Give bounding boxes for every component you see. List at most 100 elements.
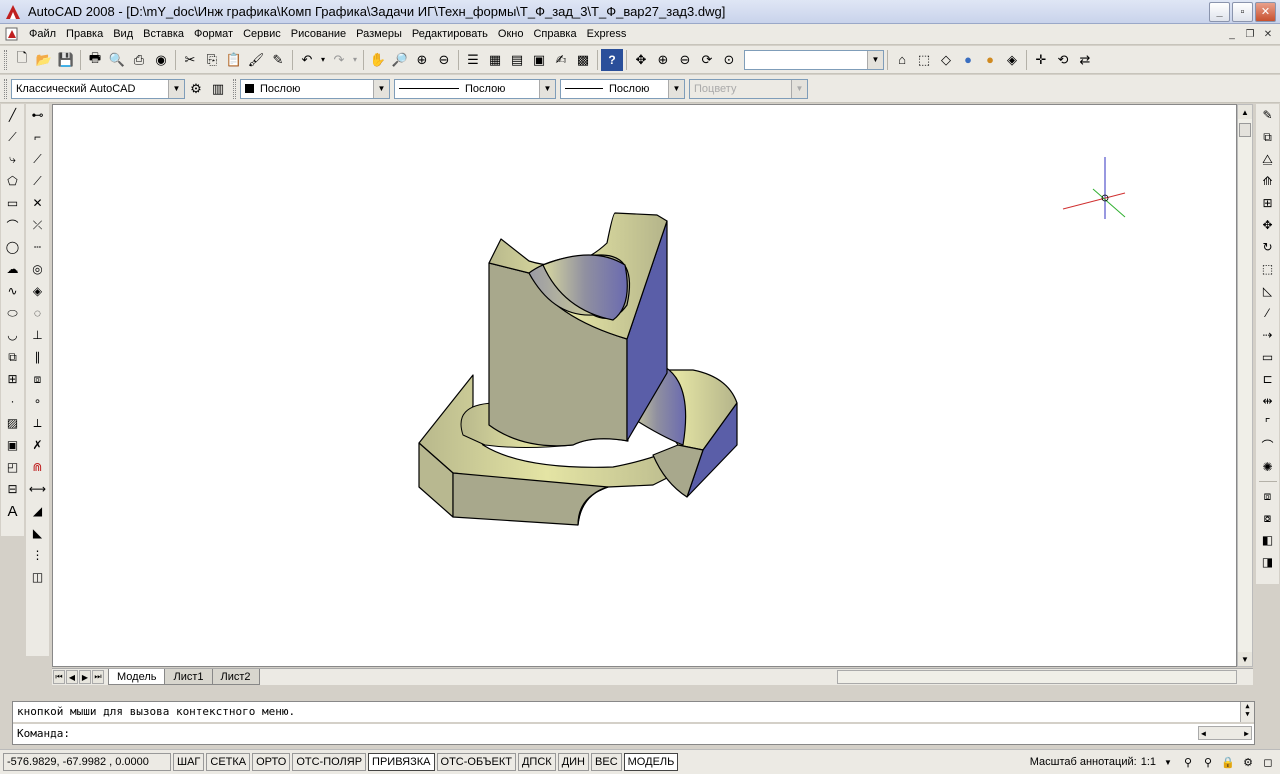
auto-scale-icon[interactable]: ⚲ — [1200, 754, 1216, 770]
stretch-icon[interactable]: ◺ — [1257, 280, 1279, 302]
zoom-icon[interactable]: ⊕ — [652, 49, 674, 71]
snap-node-icon[interactable]: ∘ — [27, 390, 49, 412]
cut-icon[interactable]: ✂ — [179, 49, 201, 71]
rotate-icon[interactable]: ↻ — [1257, 236, 1279, 258]
command-window[interactable]: кнопкой мыши для вызова контекстного мен… — [12, 701, 1255, 745]
pan-icon[interactable]: ✥ — [630, 49, 652, 71]
drawing-document-icon[interactable] — [4, 26, 20, 42]
color-select[interactable]: Послою ▼ — [240, 78, 390, 99]
menu-file[interactable]: Файл — [24, 25, 61, 44]
menu-insert[interactable]: Вставка — [138, 25, 189, 44]
menu-edit[interactable]: Правка — [61, 25, 108, 44]
fillet-icon[interactable]: ⌒ — [1257, 434, 1279, 456]
tool-palettes-icon[interactable]: ▤ — [506, 49, 528, 71]
dim-arc-icon[interactable]: ◣ — [27, 522, 49, 544]
zoom-window-icon[interactable]: ⊕ — [411, 49, 433, 71]
revcloud-icon[interactable]: ☁ — [2, 258, 24, 280]
zoom-out-icon[interactable]: ⊖ — [674, 49, 696, 71]
clean-screen-icon[interactable]: ◻ — [1260, 754, 1276, 770]
zoom-previous-icon[interactable]: ⊖ — [433, 49, 455, 71]
point-icon[interactable]: · — [2, 390, 24, 412]
print-preview-icon[interactable]: 🔍 — [106, 49, 128, 71]
snap-toggle[interactable]: ШАГ — [173, 753, 205, 771]
snap-none-icon[interactable]: ✗ — [27, 434, 49, 456]
snap-apparent-intersection-icon[interactable]: ⤫ — [27, 214, 49, 236]
redo-dropdown-icon[interactable]: ▾ — [350, 49, 360, 71]
dim-ordinate-icon[interactable]: ⋮ — [27, 544, 49, 566]
doc-close-button[interactable]: ✕ — [1260, 27, 1276, 42]
menu-help[interactable]: Справка — [528, 25, 581, 44]
lineweight-toggle[interactable]: ВЕС — [591, 753, 622, 771]
tab-layout1[interactable]: Лист1 — [164, 669, 213, 685]
menu-express[interactable]: Express — [582, 25, 632, 44]
move-object-icon[interactable]: ✥ — [1257, 214, 1279, 236]
ducs-toggle[interactable]: ДПСК — [517, 753, 556, 771]
toolbar-grip[interactable] — [4, 78, 7, 99]
undo-icon[interactable]: ↶ — [296, 49, 318, 71]
snap-tangent-icon[interactable]: ◌ — [27, 302, 49, 324]
scale-icon[interactable]: ⬚ — [1257, 258, 1279, 280]
draworder-under-icon[interactable]: ◨ — [1257, 551, 1279, 573]
gradient-icon[interactable]: ▣ — [2, 434, 24, 456]
doc-restore-button[interactable]: ❐ — [1242, 27, 1258, 42]
explode-icon[interactable]: ✺ — [1257, 456, 1279, 478]
pan-realtime-icon[interactable]: ✋ — [367, 49, 389, 71]
coordinate-readout[interactable]: -576.9829, -67.9982 , 0.0000 — [3, 753, 171, 771]
mirror-icon[interactable]: ⧋ — [1257, 148, 1279, 170]
box-icon[interactable]: ⬚ — [913, 49, 935, 71]
toolbar-grip[interactable] — [4, 49, 7, 70]
linetype-select[interactable]: Послою ▼ — [394, 78, 556, 99]
menu-dimension[interactable]: Размеры — [351, 25, 407, 44]
material-icon[interactable]: ● — [979, 49, 1001, 71]
save-icon[interactable]: 💾 — [55, 49, 77, 71]
menu-format[interactable]: Формат — [189, 25, 238, 44]
snap-parallel-icon[interactable]: ∥ — [27, 346, 49, 368]
draworder-above-icon[interactable]: ◧ — [1257, 529, 1279, 551]
redo-icon[interactable]: ↷ — [328, 49, 350, 71]
hatch-icon[interactable]: ▨ — [2, 412, 24, 434]
snap-extension-icon[interactable]: ┄ — [27, 236, 49, 258]
design-center-icon[interactable]: ▦ — [484, 49, 506, 71]
new-file-icon[interactable]: 🗋 — [11, 49, 33, 71]
tab-model[interactable]: Модель — [108, 669, 166, 685]
horizontal-scrollbar[interactable] — [837, 670, 1237, 684]
copy-object-icon[interactable]: ⧉ — [1257, 126, 1279, 148]
polar-toggle[interactable]: ОТС-ПОЛЯР — [292, 753, 367, 771]
open-file-icon[interactable]: 📂 — [33, 49, 55, 71]
align-icon[interactable]: ⇄ — [1074, 49, 1096, 71]
snap-endpoint-icon[interactable]: ⟋ — [27, 148, 49, 170]
orbit-icon[interactable]: ⟳ — [696, 49, 718, 71]
command-hscroll[interactable]: ◀ ▶ — [1198, 726, 1252, 740]
make-block-icon[interactable]: ⊞ — [2, 368, 24, 390]
osnap-settings-icon[interactable]: ⋒ — [27, 456, 49, 478]
ellipse-icon[interactable]: ⬭ — [2, 302, 24, 324]
multiline-text-icon[interactable]: A — [2, 500, 24, 522]
snap-quadrant-icon[interactable]: ◈ — [27, 280, 49, 302]
dim-aligned-icon[interactable]: ◢ — [27, 500, 49, 522]
realistic-icon[interactable]: ● — [957, 49, 979, 71]
draworder-back-icon[interactable]: ⧇ — [1257, 507, 1279, 529]
camera-icon[interactable]: ⊙ — [718, 49, 740, 71]
erase-icon[interactable]: ✎ — [1257, 104, 1279, 126]
line-icon[interactable]: ╱ — [2, 104, 24, 126]
prev-tab-icon[interactable]: ◀ — [66, 670, 78, 684]
model-toggle[interactable]: МОДЕЛЬ — [623, 753, 679, 771]
ortho-toggle[interactable]: ОРТО — [252, 753, 291, 771]
snap-intersection-icon[interactable]: ✕ — [27, 192, 49, 214]
first-tab-icon[interactable]: ⏮ — [53, 670, 65, 684]
drawing-viewport[interactable] — [52, 104, 1237, 667]
model-space-canvas[interactable] — [53, 105, 1236, 666]
circle-icon[interactable]: ◯ — [2, 236, 24, 258]
copy-icon[interactable]: ⎘ — [201, 49, 223, 71]
help-icon[interactable]: ? — [601, 48, 623, 71]
close-button[interactable]: ✕ — [1255, 1, 1276, 22]
menu-window[interactable]: Окно — [493, 25, 529, 44]
toolbar-grip[interactable] — [233, 78, 236, 99]
arc-icon[interactable]: ⌒ — [2, 214, 24, 236]
quickcalc-icon[interactable]: ▩ — [572, 49, 594, 71]
offset-icon[interactable]: ⟰ — [1257, 170, 1279, 192]
ellipse-arc-icon[interactable]: ◡ — [2, 324, 24, 346]
render-icon[interactable]: ◈ — [1001, 49, 1023, 71]
annotation-scale-value[interactable]: 1:1 — [1141, 756, 1156, 768]
workspace-settings-icon[interactable]: ⚙ — [185, 78, 207, 100]
